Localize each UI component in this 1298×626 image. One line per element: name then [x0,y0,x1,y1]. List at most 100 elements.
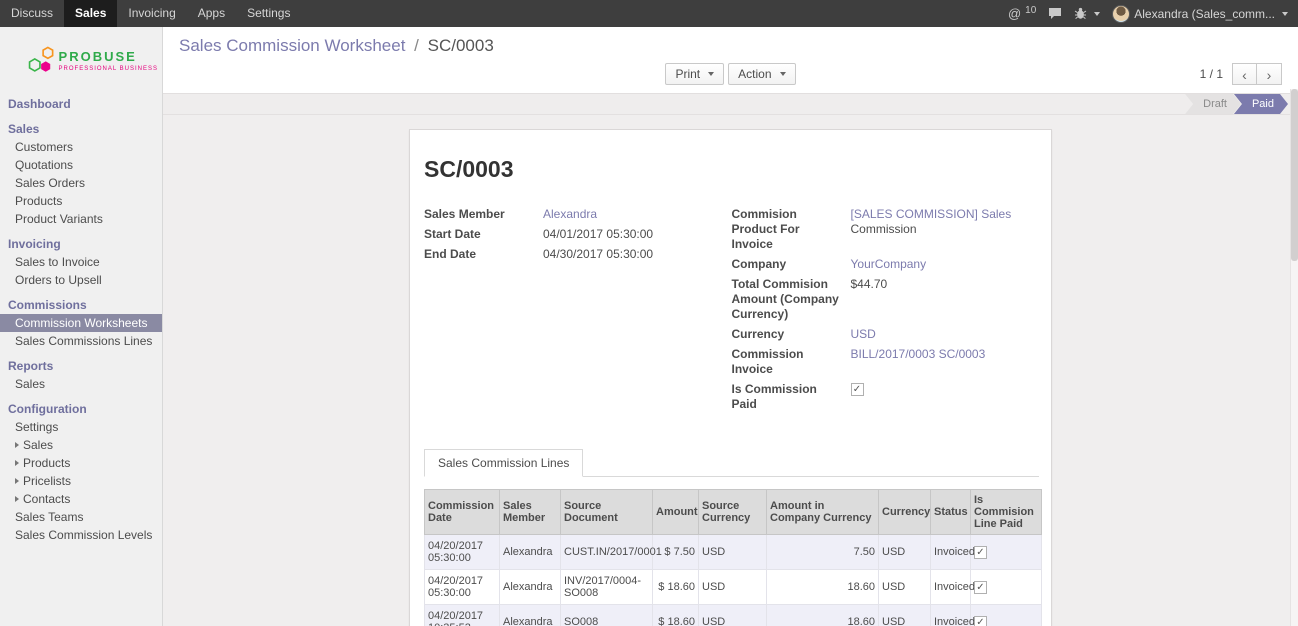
action-button-label: Action [738,67,771,81]
logo-text: PROBUSE PROFESSIONAL BUSINESS [59,49,158,72]
field-label-end-date: End Date [424,247,543,262]
field-label-start-date: Start Date [424,227,543,242]
sidebar-item-settings[interactable]: Settings [0,418,162,436]
commission-invoice-link[interactable]: BILL/2017/0003 SC/0003 [851,347,986,361]
sidebar-item-config-contacts[interactable]: Contacts [0,490,162,508]
sidebar: PROBUSE PROFESSIONAL BUSINESS Dashboard … [0,27,163,626]
menu-sales[interactable]: Sales [64,0,117,27]
cell-currency: USD [879,570,931,605]
sidebar-item-sales-orders[interactable]: Sales Orders [0,174,162,192]
sidebar-item-config-sales[interactable]: Sales [0,436,162,454]
sidebar-header-commissions[interactable]: Commissions [0,296,162,314]
commission-product-link[interactable]: [SALES COMMISSION] Sales [851,207,1012,221]
sidebar-item-quotations[interactable]: Quotations [0,156,162,174]
commission-lines-table: Commission Date Sales Member Source Docu… [424,489,1042,626]
commission-product-rest: Commission [851,222,1040,237]
pager-previous-button[interactable]: ‹ [1232,63,1257,85]
messages-menu[interactable]: @ 10 [1008,6,1036,21]
tab-sales-commission-lines[interactable]: Sales Commission Lines [424,449,583,477]
sidebar-header-configuration[interactable]: Configuration [0,400,162,418]
odoo-app: Discuss Sales Invoicing Apps Settings @ … [0,0,1298,626]
sidebar-item-sales-teams[interactable]: Sales Teams [0,508,162,526]
line-paid-checkbox: ✓ [974,581,987,594]
logo-tagline: PROFESSIONAL BUSINESS [59,66,158,72]
sidebar-item-commission-worksheets[interactable]: Commission Worksheets [0,314,162,332]
menu-discuss[interactable]: Discuss [0,0,64,27]
notebook-tabs: Sales Commission Lines [424,449,1039,477]
col-amount-company-currency[interactable]: Amount in Company Currency [767,490,879,535]
sidebar-item-config-products[interactable]: Products [0,454,162,472]
sidebar-item-config-pricelists[interactable]: Pricelists [0,472,162,490]
cell-source-currency: USD [699,535,767,570]
breadcrumb-current: SC/0003 [428,36,494,55]
sidebar-header-invoicing[interactable]: Invoicing [0,235,162,253]
status-step-paid[interactable]: Paid [1234,94,1288,114]
cell-doc: SO008 [561,605,653,626]
pager-next-button[interactable]: › [1257,63,1282,85]
cell-source-currency: USD [699,570,767,605]
scrollbar-thumb[interactable] [1291,89,1298,261]
sidebar-item-reports-sales[interactable]: Sales [0,375,162,393]
col-amount[interactable]: Amount [653,490,699,535]
breadcrumb-parent-link[interactable]: Sales Commission Worksheet [179,36,405,55]
col-source-document[interactable]: Source Document [561,490,653,535]
company-link[interactable]: YourCompany [851,257,927,271]
sidebar-item-sales-to-invoice[interactable]: Sales to Invoice [0,253,162,271]
col-status[interactable]: Status [931,490,971,535]
table-row[interactable]: 04/20/2017 05:30:00 Alexandra INV/2017/0… [425,570,1042,605]
menu-invoicing[interactable]: Invoicing [117,0,186,27]
messages-icon: @ [1008,6,1021,21]
sidebar-item-sales-commission-levels[interactable]: Sales Commission Levels [0,526,162,544]
table-row[interactable]: 04/20/2017 05:30:00 Alexandra CUST.IN/20… [425,535,1042,570]
cell-amount: $ 18.60 [653,605,699,626]
col-source-currency[interactable]: Source Currency [699,490,767,535]
cell-doc: INV/2017/0004-SO008 [561,570,653,605]
col-sales-member[interactable]: Sales Member [500,490,561,535]
sidebar-item-product-variants[interactable]: Product Variants [0,210,162,228]
chat-bubble-icon [1048,7,1062,20]
cell-date: 04/20/2017 10:35:53 [425,605,500,626]
avatar [1112,5,1130,23]
pager-buttons: ‹ › [1232,63,1282,85]
line-paid-checkbox: ✓ [974,616,987,626]
field-label-currency: Currency [732,327,851,342]
col-commission-date[interactable]: Commission Date [425,490,500,535]
print-button[interactable]: Print [665,63,724,85]
menu-settings[interactable]: Settings [236,0,301,27]
sidebar-header-sales[interactable]: Sales [0,120,162,138]
field-label-is-commission-paid: Is Commission Paid [732,382,851,412]
menu-apps[interactable]: Apps [187,0,236,27]
field-group-right: Commision Product For Invoice [SALES COM… [732,207,1040,417]
record-title: SC/0003 [424,156,1039,183]
currency-link[interactable]: USD [851,327,876,341]
sidebar-item-products[interactable]: Products [0,192,162,210]
debug-menu[interactable] [1074,7,1100,20]
sales-member-link[interactable]: Alexandra [543,207,597,221]
sidebar-header-reports[interactable]: Reports [0,357,162,375]
status-step-draft[interactable]: Draft [1185,94,1241,114]
control-panel-buttons: Print Action 1 / 1 ‹ › [179,62,1282,86]
field-label-total-commission: Total Commision Amount (Company Currency… [732,277,851,322]
total-commission-value: $44.70 [851,277,1040,322]
user-menu[interactable]: Alexandra (Sales_comm... [1112,5,1288,23]
cell-member: Alexandra [500,535,561,570]
chat-menu[interactable] [1048,7,1062,20]
field-label-sales-member: Sales Member [424,207,543,222]
col-is-commission-line-paid[interactable]: Is Commision Line Paid [971,490,1042,535]
vertical-scrollbar[interactable] [1290,89,1298,626]
table-row[interactable]: 04/20/2017 10:35:53 Alexandra SO008 $ 18… [425,605,1042,626]
field-label-commission-product: Commision Product For Invoice [732,207,851,252]
pager-counter: 1 / 1 [1200,67,1223,81]
cell-date: 04/20/2017 05:30:00 [425,535,500,570]
sidebar-item-orders-to-upsell[interactable]: Orders to Upsell [0,271,162,289]
col-currency[interactable]: Currency [879,490,931,535]
field-label-company: Company [732,257,851,272]
cell-currency: USD [879,605,931,626]
table-header-row: Commission Date Sales Member Source Docu… [425,490,1042,535]
action-button[interactable]: Action [728,63,795,85]
topbar-right: @ 10 Alexandra (Sales_comm... [1008,0,1298,27]
sidebar-item-customers[interactable]: Customers [0,138,162,156]
sidebar-item-sales-commissions-lines[interactable]: Sales Commissions Lines [0,332,162,350]
sidebar-header-dashboard[interactable]: Dashboard [0,95,162,113]
expand-caret-icon [15,460,19,466]
